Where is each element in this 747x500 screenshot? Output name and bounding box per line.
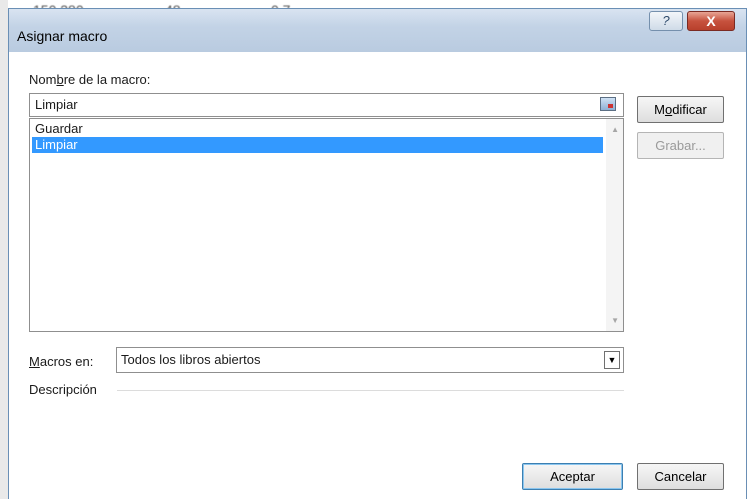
- dialog-content: Nombre de la macro: Limpiar Guardar Limp…: [9, 52, 746, 500]
- macro-name-input[interactable]: Limpiar: [29, 93, 624, 117]
- macros-in-label: Macros en:: [29, 354, 94, 369]
- list-scrollbar[interactable]: ▲ ▼: [606, 119, 623, 331]
- cancel-button[interactable]: Cancelar: [637, 463, 724, 490]
- title-bar[interactable]: Asignar macro ? X: [9, 9, 746, 52]
- help-button[interactable]: ?: [649, 11, 683, 31]
- range-select-icon[interactable]: [600, 97, 616, 111]
- description-label: Descripción: [29, 382, 97, 397]
- macro-list[interactable]: Guardar Limpiar ▲ ▼: [29, 118, 624, 332]
- macros-in-value: Todos los libros abiertos: [121, 352, 261, 367]
- scroll-up-icon[interactable]: ▲: [611, 125, 619, 134]
- scroll-down-icon[interactable]: ▼: [611, 316, 619, 325]
- macro-name-label: Nombre de la macro:: [29, 72, 151, 87]
- close-icon: X: [706, 13, 716, 29]
- macro-name-value: Limpiar: [35, 97, 78, 112]
- close-button[interactable]: X: [687, 11, 735, 31]
- record-button[interactable]: Grabar...: [637, 132, 724, 159]
- list-item[interactable]: Limpiar: [32, 137, 603, 153]
- macros-in-select[interactable]: Todos los libros abiertos ▼: [116, 347, 624, 373]
- list-item[interactable]: Guardar: [32, 121, 603, 137]
- modify-button[interactable]: Modificar: [637, 96, 724, 123]
- dialog-title: Asignar macro: [17, 28, 108, 44]
- help-icon: ?: [662, 13, 670, 28]
- chevron-down-icon[interactable]: ▼: [604, 351, 620, 369]
- description-section: Descripción: [29, 381, 624, 399]
- background-edge: [0, 0, 8, 499]
- description-divider: [117, 390, 624, 391]
- ok-button[interactable]: Aceptar: [522, 463, 623, 490]
- assign-macro-dialog: Asignar macro ? X Nombre de la macro: Li…: [8, 8, 747, 500]
